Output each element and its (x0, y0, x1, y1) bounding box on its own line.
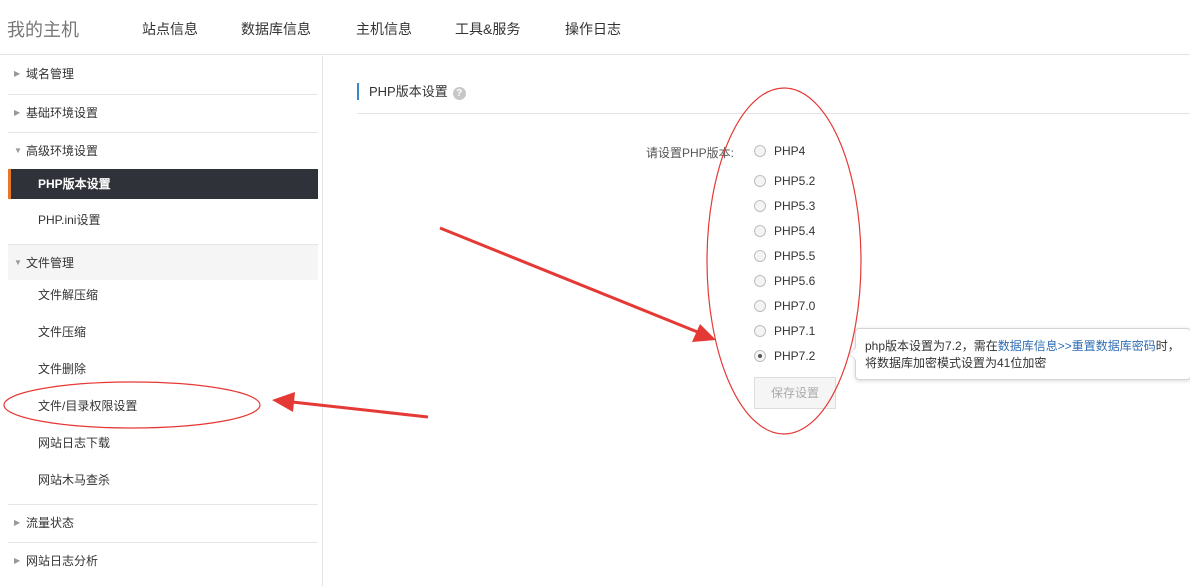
sidebar-item-log-download[interactable]: 网站日志下载 (8, 428, 318, 458)
sidebar-item-label: 网站日志下载 (38, 436, 111, 450)
sidebar-group-advanced-env[interactable]: ▼ 高级环境设置 (8, 132, 318, 168)
sidebar-group-label: 流量状态 (26, 516, 75, 530)
radio-label: PHP5.6 (774, 274, 816, 288)
sidebar-group-traffic[interactable]: ▶ 流量状态 (8, 504, 318, 540)
nav-operation-log[interactable]: 操作日志 (565, 19, 621, 39)
caret-right-icon: ▶ (14, 108, 21, 117)
radio-circle[interactable] (754, 325, 766, 337)
sidebar: ▶ 域名管理 ▶ 基础环境设置 ▼ 高级环境设置 PHP版本设置 PHP.ini… (0, 56, 323, 586)
radio-label: PHP5.4 (774, 224, 816, 238)
help-icon[interactable]: ? (452, 87, 466, 100)
sidebar-group-file-management[interactable]: ▼ 文件管理 (8, 244, 318, 280)
sidebar-item-php-version[interactable]: PHP版本设置 (8, 169, 318, 199)
radio-circle[interactable] (754, 250, 766, 262)
radio-label: PHP5.5 (774, 249, 816, 263)
sidebar-item-label: PHP版本设置 (38, 177, 111, 191)
caret-right-icon: ▶ (14, 518, 21, 527)
sidebar-group-label: 文件管理 (26, 256, 75, 270)
radio-label: PHP7.1 (774, 324, 816, 338)
nav-tools-services[interactable]: 工具&服务 (455, 19, 520, 39)
caret-down-icon: ▼ (14, 146, 22, 155)
sidebar-group-basic-env[interactable]: ▶ 基础环境设置 (8, 94, 318, 130)
radio-circle[interactable] (754, 175, 766, 187)
tooltip-text: 时， (1155, 339, 1180, 353)
caret-down-icon: ▼ (14, 258, 22, 267)
tooltip-line-2: 将数据库加密模式设置为41位加密 (865, 356, 1047, 370)
sidebar-item-file-unzip[interactable]: 文件解压缩 (8, 280, 318, 310)
save-button[interactable]: 保存设置 (754, 377, 836, 409)
section-title-text: PHP版本设置 (369, 84, 448, 99)
sidebar-item-label: PHP.ini设置 (38, 213, 101, 227)
tooltip-text: php版本设置为7.2，需在 (865, 339, 998, 353)
sidebar-item-label: 文件/目录权限设置 (38, 399, 138, 413)
radio-label: PHP5.2 (774, 174, 816, 188)
php-version-tooltip: php版本设置为7.2，需在数据库信息>>重置数据库密码时， 将数据库加密模式设… (849, 328, 1190, 380)
sidebar-item-label: 文件解压缩 (38, 288, 99, 302)
radio-label: PHP4 (774, 144, 806, 158)
nav-site-info[interactable]: 站点信息 (142, 19, 198, 39)
sidebar-item-file-delete[interactable]: 文件删除 (8, 354, 318, 384)
sidebar-item-php-ini[interactable]: PHP.ini设置 (8, 205, 318, 235)
sidebar-item-malware-scan[interactable]: 网站木马查杀 (8, 465, 318, 495)
top-nav-bar: 我的主机 站点信息 数据库信息 主机信息 工具&服务 操作日志 (0, 0, 1190, 55)
sidebar-group-label: 域名管理 (26, 67, 75, 81)
tooltip-line-1: php版本设置为7.2，需在数据库信息>>重置数据库密码时， (865, 338, 1190, 355)
php-version-label: 请设置PHP版本: (646, 146, 735, 160)
sidebar-group-label: 网站日志分析 (26, 554, 99, 568)
radio-label: PHP7.0 (774, 299, 816, 313)
sidebar-group-log-analysis[interactable]: ▶ 网站日志分析 (8, 542, 318, 578)
radio-circle[interactable] (754, 145, 766, 157)
main-content: PHP版本设置? 请设置PHP版本: PHP4 PHP5.2 PHP5.3 PH… (324, 56, 1190, 586)
screen: 我的主机 站点信息 数据库信息 主机信息 工具&服务 操作日志 ▶ 域名管理 ▶… (0, 0, 1190, 586)
sidebar-item-label: 文件删除 (38, 362, 87, 376)
caret-right-icon: ▶ (14, 69, 21, 78)
nav-host-info[interactable]: 主机信息 (356, 19, 412, 39)
sidebar-item-label: 网站木马查杀 (38, 473, 111, 487)
radio-circle[interactable] (754, 200, 766, 212)
sidebar-item-file-permissions[interactable]: 文件/目录权限设置 (8, 391, 318, 421)
sidebar-group-domain[interactable]: ▶ 域名管理 (8, 56, 318, 92)
radio-circle[interactable] (754, 275, 766, 287)
sidebar-item-label: 文件压缩 (38, 325, 87, 339)
radio-circle[interactable] (754, 225, 766, 237)
reset-db-password-link[interactable]: 数据库信息>>重置数据库密码 (998, 339, 1156, 353)
nav-database-info[interactable]: 数据库信息 (241, 19, 311, 39)
sidebar-group-label: 高级环境设置 (26, 144, 99, 158)
caret-right-icon: ▶ (14, 556, 21, 565)
radio-label: PHP7.2 (774, 349, 816, 363)
radio-circle-checked[interactable] (754, 350, 766, 362)
section-title: PHP版本设置? (357, 83, 466, 100)
radio-circle[interactable] (754, 300, 766, 312)
sidebar-group-label: 基础环境设置 (26, 106, 99, 120)
radio-label: PHP5.3 (774, 199, 816, 213)
section-divider (357, 113, 1190, 114)
sidebar-item-file-zip[interactable]: 文件压缩 (8, 317, 318, 347)
site-logo[interactable]: 我的主机 (7, 16, 79, 42)
